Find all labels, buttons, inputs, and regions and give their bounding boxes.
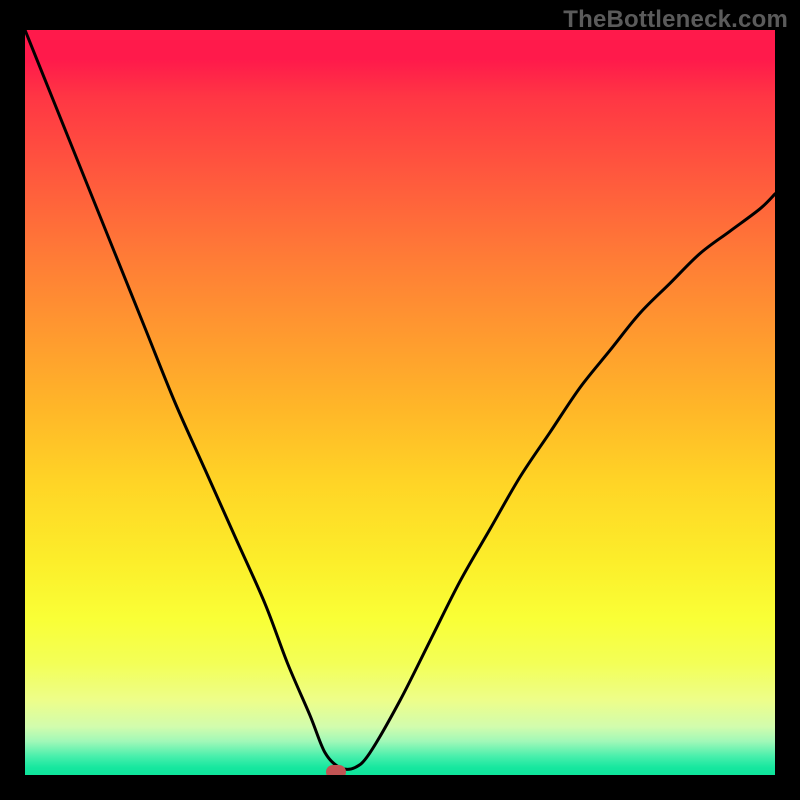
bottleneck-curve: [25, 30, 775, 769]
min-marker: [326, 765, 346, 775]
curve-layer: [25, 30, 775, 775]
plot-area: [25, 30, 775, 775]
chart-frame: TheBottleneck.com: [0, 0, 800, 800]
